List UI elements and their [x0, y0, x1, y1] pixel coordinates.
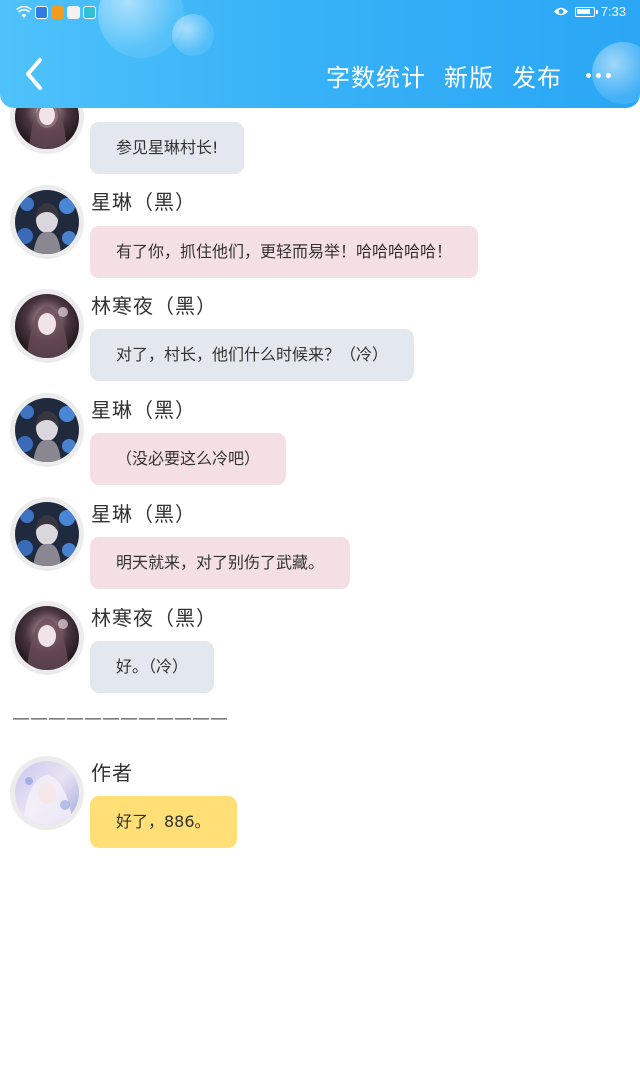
- word-count-button[interactable]: 字数统计: [326, 58, 426, 93]
- message-bubble[interactable]: 好。（冷）: [90, 641, 215, 693]
- message-bubble[interactable]: 明天就来，对了别伤了武藏。: [90, 537, 351, 589]
- message-app-icon: [67, 6, 80, 19]
- chevron-left-icon: [26, 58, 42, 90]
- video-app-icon: [51, 6, 64, 19]
- more-dots-icon: [606, 72, 611, 78]
- message-bubble[interactable]: 好了，886。: [90, 796, 237, 848]
- back-button[interactable]: [18, 54, 52, 94]
- sender-name: 星琳（黑）: [91, 398, 196, 422]
- more-button[interactable]: [580, 61, 640, 91]
- sender-name: 星琳（黑）: [91, 190, 196, 214]
- sender-name: 作者: [91, 761, 133, 785]
- sender-name: 林寒夜（黑）: [91, 606, 217, 630]
- new-version-button[interactable]: 新版: [444, 58, 494, 93]
- avatar-dark-haired-character: [15, 294, 79, 358]
- sender-name: 林寒夜（黑）: [91, 294, 217, 318]
- avatar[interactable]: [10, 289, 84, 363]
- eye-icon: [553, 7, 568, 16]
- message-bubble[interactable]: 对了，村长，他们什么时候来？（冷）: [90, 329, 415, 381]
- more-dots-icon: [596, 72, 601, 78]
- avatar-author: [15, 761, 79, 825]
- status-bar: 7:33: [0, 0, 640, 26]
- app-header: 7:33 字数统计 新版 发布: [0, 0, 640, 108]
- avatar-blue-flower-character: [15, 502, 79, 566]
- avatar[interactable]: [10, 185, 84, 259]
- avatar[interactable]: [10, 497, 84, 571]
- search-app-icon: [83, 6, 96, 19]
- sender-name: 星琳（黑）: [91, 502, 196, 526]
- message-bubble[interactable]: （没必要这么冷吧）: [90, 433, 287, 485]
- header-actions: 字数统计 新版 发布: [326, 58, 640, 93]
- status-right: 7:33: [553, 4, 626, 19]
- avatar-blue-flower-character: [15, 190, 79, 254]
- battery-icon: [574, 6, 598, 17]
- more-dots-icon: [586, 72, 591, 78]
- message-bubble[interactable]: 有了你，抓住他们，更轻而易举！哈哈哈哈哈！: [90, 226, 479, 278]
- avatar[interactable]: [10, 601, 84, 675]
- status-time: 7:33: [600, 4, 626, 19]
- wifi-icon: [16, 6, 32, 18]
- avatar-blue-flower-character: [15, 398, 79, 462]
- avatar[interactable]: [10, 393, 84, 467]
- status-icons: [16, 6, 96, 19]
- avatar[interactable]: [10, 756, 84, 830]
- message-bubble[interactable]: 参见星琳村长!: [90, 122, 245, 174]
- app-notification-icon: [35, 6, 48, 19]
- section-divider: ————————————: [12, 708, 228, 729]
- publish-button[interactable]: 发布: [512, 58, 562, 93]
- avatar-dark-haired-character: [15, 606, 79, 670]
